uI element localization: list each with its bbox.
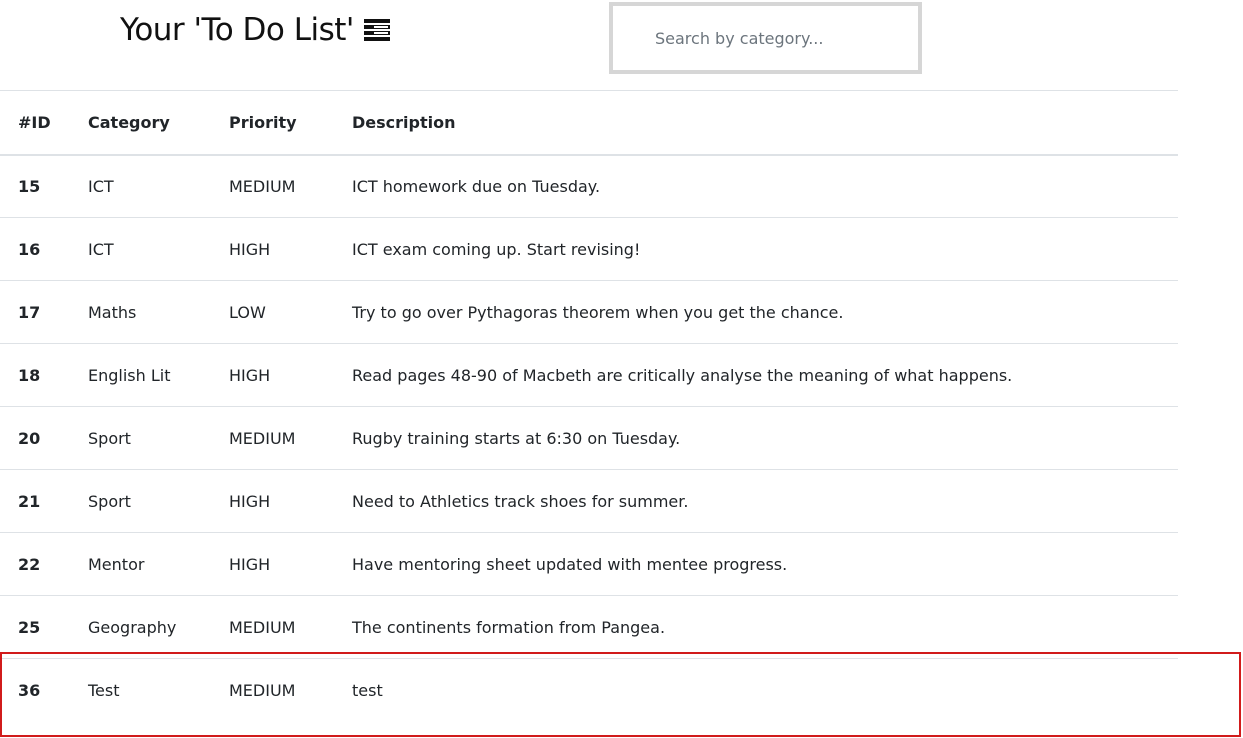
column-header-priority[interactable]: Priority: [211, 90, 334, 156]
row-category: ICT: [88, 239, 114, 259]
row-id: 18: [18, 365, 41, 385]
row-description: Rugby training starts at 6:30 on Tuesday…: [352, 428, 681, 448]
row-category: Maths: [88, 302, 137, 322]
header-row: #ID Category Priority Description: [0, 90, 1178, 156]
row-priority: LOW: [229, 302, 266, 322]
row-description: ICT homework due on Tuesday.: [352, 176, 601, 196]
row-id: 21: [18, 491, 41, 511]
table-row[interactable]: 20 Sport MEDIUM Rugby training starts at…: [0, 406, 1178, 470]
row-id: 17: [18, 302, 41, 322]
row-category: Sport: [88, 491, 131, 511]
row-description: Try to go over Pythagoras theorem when y…: [352, 302, 844, 322]
table-header: #ID Category Priority Description: [0, 90, 1178, 156]
table-row[interactable]: 21 Sport HIGH Need to Athletics track sh…: [0, 469, 1178, 533]
row-description: ICT exam coming up. Start revising!: [352, 239, 641, 259]
page-title-text: Your 'To Do List': [120, 12, 354, 48]
todo-page: Your 'To Do List' #ID Category Priority …: [0, 0, 1243, 738]
row-description: Read pages 48-90 of Macbeth are critical…: [352, 365, 1013, 385]
row-priority: MEDIUM: [229, 680, 296, 700]
row-category: ICT: [88, 176, 114, 196]
row-id: 22: [18, 554, 41, 574]
column-header-description[interactable]: Description: [334, 90, 1178, 156]
row-category: Mentor: [88, 554, 145, 574]
table-row[interactable]: 18 English Lit HIGH Read pages 48-90 of …: [0, 343, 1178, 407]
row-priority: HIGH: [229, 554, 271, 574]
row-id: 16: [18, 239, 41, 259]
row-category: Geography: [88, 617, 177, 637]
row-category: English Lit: [88, 365, 171, 385]
row-description: The continents formation from Pangea.: [352, 617, 666, 637]
table-row[interactable]: 25 Geography MEDIUM The continents forma…: [0, 595, 1178, 659]
table-body: 15 ICT MEDIUM ICT homework due on Tuesda…: [0, 155, 1178, 722]
row-id: 20: [18, 428, 41, 448]
search-input[interactable]: [653, 27, 918, 49]
table-row[interactable]: 17 Maths LOW Try to go over Pythagoras t…: [0, 280, 1178, 344]
row-priority: MEDIUM: [229, 617, 296, 637]
table-row[interactable]: 22 Mentor HIGH Have mentoring sheet upda…: [0, 532, 1178, 596]
search-container: [609, 2, 922, 74]
row-description: test: [352, 680, 383, 700]
row-description: Need to Athletics track shoes for summer…: [352, 491, 689, 511]
row-priority: MEDIUM: [229, 428, 296, 448]
column-header-category[interactable]: Category: [70, 90, 211, 156]
row-category: Test: [88, 680, 120, 700]
todo-table: #ID Category Priority Description 15 ICT…: [0, 90, 1178, 722]
row-priority: HIGH: [229, 239, 271, 259]
table-row-highlighted[interactable]: 36 Test MEDIUM test: [0, 658, 1178, 722]
row-id: 15: [18, 176, 41, 196]
page-title: Your 'To Do List': [120, 8, 390, 52]
row-description: Have mentoring sheet updated with mentee…: [352, 554, 788, 574]
row-priority: MEDIUM: [229, 176, 296, 196]
table-row[interactable]: 15 ICT MEDIUM ICT homework due on Tuesda…: [0, 155, 1178, 218]
row-priority: HIGH: [229, 365, 271, 385]
row-priority: HIGH: [229, 491, 271, 511]
row-id: 36: [18, 680, 41, 700]
table-row[interactable]: 16 ICT HIGH ICT exam coming up. Start re…: [0, 217, 1178, 281]
row-category: Sport: [88, 428, 131, 448]
row-id: 25: [18, 617, 41, 637]
list-icon: [363, 19, 390, 41]
column-header-id[interactable]: #ID: [0, 90, 70, 156]
